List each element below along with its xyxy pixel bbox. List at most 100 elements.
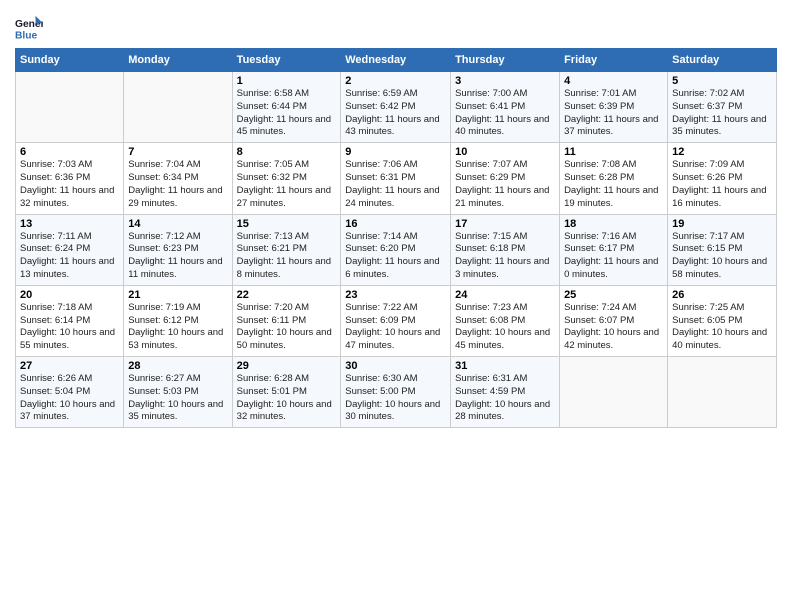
day-cell: [668, 357, 777, 428]
day-info: Sunrise: 7:18 AM Sunset: 6:14 PM Dayligh…: [20, 302, 119, 353]
day-info: Sunrise: 7:17 AM Sunset: 6:15 PM Dayligh…: [672, 231, 772, 282]
week-row-3: 13Sunrise: 7:11 AM Sunset: 6:24 PM Dayli…: [16, 214, 777, 285]
day-cell: 6Sunrise: 7:03 AM Sunset: 6:36 PM Daylig…: [16, 143, 124, 214]
day-number: 10: [455, 146, 555, 158]
day-cell: 8Sunrise: 7:05 AM Sunset: 6:32 PM Daylig…: [232, 143, 341, 214]
day-number: 9: [345, 146, 446, 158]
day-cell: [124, 72, 232, 143]
day-info: Sunrise: 7:07 AM Sunset: 6:29 PM Dayligh…: [455, 159, 555, 210]
day-cell: 19Sunrise: 7:17 AM Sunset: 6:15 PM Dayli…: [668, 214, 777, 285]
day-info: Sunrise: 7:08 AM Sunset: 6:28 PM Dayligh…: [564, 159, 663, 210]
day-info: Sunrise: 6:58 AM Sunset: 6:44 PM Dayligh…: [237, 88, 337, 139]
column-header-friday: Friday: [560, 49, 668, 72]
day-number: 21: [128, 289, 227, 301]
day-info: Sunrise: 7:09 AM Sunset: 6:26 PM Dayligh…: [672, 159, 772, 210]
day-number: 3: [455, 75, 555, 87]
day-number: 17: [455, 218, 555, 230]
column-header-thursday: Thursday: [451, 49, 560, 72]
day-number: 28: [128, 360, 227, 372]
logo-icon: General Blue: [15, 14, 43, 42]
day-cell: 31Sunrise: 6:31 AM Sunset: 4:59 PM Dayli…: [451, 357, 560, 428]
day-info: Sunrise: 6:59 AM Sunset: 6:42 PM Dayligh…: [345, 88, 446, 139]
day-info: Sunrise: 6:26 AM Sunset: 5:04 PM Dayligh…: [20, 373, 119, 424]
day-cell: 24Sunrise: 7:23 AM Sunset: 6:08 PM Dayli…: [451, 285, 560, 356]
day-cell: 12Sunrise: 7:09 AM Sunset: 6:26 PM Dayli…: [668, 143, 777, 214]
day-info: Sunrise: 7:02 AM Sunset: 6:37 PM Dayligh…: [672, 88, 772, 139]
day-number: 14: [128, 218, 227, 230]
column-header-saturday: Saturday: [668, 49, 777, 72]
svg-text:Blue: Blue: [15, 30, 38, 41]
day-cell: [16, 72, 124, 143]
day-cell: 11Sunrise: 7:08 AM Sunset: 6:28 PM Dayli…: [560, 143, 668, 214]
day-number: 16: [345, 218, 446, 230]
day-number: 11: [564, 146, 663, 158]
day-number: 12: [672, 146, 772, 158]
day-info: Sunrise: 6:31 AM Sunset: 4:59 PM Dayligh…: [455, 373, 555, 424]
day-info: Sunrise: 7:19 AM Sunset: 6:12 PM Dayligh…: [128, 302, 227, 353]
day-number: 2: [345, 75, 446, 87]
day-number: 5: [672, 75, 772, 87]
day-cell: 20Sunrise: 7:18 AM Sunset: 6:14 PM Dayli…: [16, 285, 124, 356]
page-container: General Blue SundayMondayTuesdayWednesda…: [0, 0, 792, 438]
day-number: 13: [20, 218, 119, 230]
column-header-tuesday: Tuesday: [232, 49, 341, 72]
day-cell: [560, 357, 668, 428]
day-cell: 9Sunrise: 7:06 AM Sunset: 6:31 PM Daylig…: [341, 143, 451, 214]
day-info: Sunrise: 7:06 AM Sunset: 6:31 PM Dayligh…: [345, 159, 446, 210]
day-info: Sunrise: 7:13 AM Sunset: 6:21 PM Dayligh…: [237, 231, 337, 282]
day-cell: 30Sunrise: 6:30 AM Sunset: 5:00 PM Dayli…: [341, 357, 451, 428]
day-number: 20: [20, 289, 119, 301]
day-cell: 14Sunrise: 7:12 AM Sunset: 6:23 PM Dayli…: [124, 214, 232, 285]
week-row-4: 20Sunrise: 7:18 AM Sunset: 6:14 PM Dayli…: [16, 285, 777, 356]
day-info: Sunrise: 7:03 AM Sunset: 6:36 PM Dayligh…: [20, 159, 119, 210]
day-cell: 18Sunrise: 7:16 AM Sunset: 6:17 PM Dayli…: [560, 214, 668, 285]
day-cell: 13Sunrise: 7:11 AM Sunset: 6:24 PM Dayli…: [16, 214, 124, 285]
day-cell: 22Sunrise: 7:20 AM Sunset: 6:11 PM Dayli…: [232, 285, 341, 356]
day-info: Sunrise: 7:11 AM Sunset: 6:24 PM Dayligh…: [20, 231, 119, 282]
day-info: Sunrise: 7:16 AM Sunset: 6:17 PM Dayligh…: [564, 231, 663, 282]
week-row-2: 6Sunrise: 7:03 AM Sunset: 6:36 PM Daylig…: [16, 143, 777, 214]
day-info: Sunrise: 7:23 AM Sunset: 6:08 PM Dayligh…: [455, 302, 555, 353]
day-number: 15: [237, 218, 337, 230]
day-cell: 27Sunrise: 6:26 AM Sunset: 5:04 PM Dayli…: [16, 357, 124, 428]
day-cell: 23Sunrise: 7:22 AM Sunset: 6:09 PM Dayli…: [341, 285, 451, 356]
day-cell: 17Sunrise: 7:15 AM Sunset: 6:18 PM Dayli…: [451, 214, 560, 285]
calendar-table: SundayMondayTuesdayWednesdayThursdayFrid…: [15, 48, 777, 428]
column-header-monday: Monday: [124, 49, 232, 72]
day-cell: 15Sunrise: 7:13 AM Sunset: 6:21 PM Dayli…: [232, 214, 341, 285]
day-info: Sunrise: 7:15 AM Sunset: 6:18 PM Dayligh…: [455, 231, 555, 282]
day-number: 24: [455, 289, 555, 301]
day-number: 7: [128, 146, 227, 158]
day-number: 1: [237, 75, 337, 87]
day-info: Sunrise: 7:20 AM Sunset: 6:11 PM Dayligh…: [237, 302, 337, 353]
column-header-sunday: Sunday: [16, 49, 124, 72]
day-cell: 1Sunrise: 6:58 AM Sunset: 6:44 PM Daylig…: [232, 72, 341, 143]
day-info: Sunrise: 7:24 AM Sunset: 6:07 PM Dayligh…: [564, 302, 663, 353]
day-number: 29: [237, 360, 337, 372]
day-number: 6: [20, 146, 119, 158]
day-info: Sunrise: 6:27 AM Sunset: 5:03 PM Dayligh…: [128, 373, 227, 424]
day-number: 26: [672, 289, 772, 301]
day-info: Sunrise: 7:25 AM Sunset: 6:05 PM Dayligh…: [672, 302, 772, 353]
day-info: Sunrise: 7:14 AM Sunset: 6:20 PM Dayligh…: [345, 231, 446, 282]
day-cell: 7Sunrise: 7:04 AM Sunset: 6:34 PM Daylig…: [124, 143, 232, 214]
day-info: Sunrise: 7:00 AM Sunset: 6:41 PM Dayligh…: [455, 88, 555, 139]
logo: General Blue: [15, 14, 43, 42]
day-cell: 28Sunrise: 6:27 AM Sunset: 5:03 PM Dayli…: [124, 357, 232, 428]
day-info: Sunrise: 7:12 AM Sunset: 6:23 PM Dayligh…: [128, 231, 227, 282]
day-info: Sunrise: 7:05 AM Sunset: 6:32 PM Dayligh…: [237, 159, 337, 210]
day-cell: 2Sunrise: 6:59 AM Sunset: 6:42 PM Daylig…: [341, 72, 451, 143]
day-number: 30: [345, 360, 446, 372]
day-number: 18: [564, 218, 663, 230]
day-cell: 16Sunrise: 7:14 AM Sunset: 6:20 PM Dayli…: [341, 214, 451, 285]
day-cell: 5Sunrise: 7:02 AM Sunset: 6:37 PM Daylig…: [668, 72, 777, 143]
day-number: 25: [564, 289, 663, 301]
day-number: 19: [672, 218, 772, 230]
day-cell: 4Sunrise: 7:01 AM Sunset: 6:39 PM Daylig…: [560, 72, 668, 143]
week-row-5: 27Sunrise: 6:26 AM Sunset: 5:04 PM Dayli…: [16, 357, 777, 428]
day-cell: 10Sunrise: 7:07 AM Sunset: 6:29 PM Dayli…: [451, 143, 560, 214]
day-info: Sunrise: 7:22 AM Sunset: 6:09 PM Dayligh…: [345, 302, 446, 353]
day-info: Sunrise: 6:30 AM Sunset: 5:00 PM Dayligh…: [345, 373, 446, 424]
day-info: Sunrise: 7:01 AM Sunset: 6:39 PM Dayligh…: [564, 88, 663, 139]
day-cell: 25Sunrise: 7:24 AM Sunset: 6:07 PM Dayli…: [560, 285, 668, 356]
